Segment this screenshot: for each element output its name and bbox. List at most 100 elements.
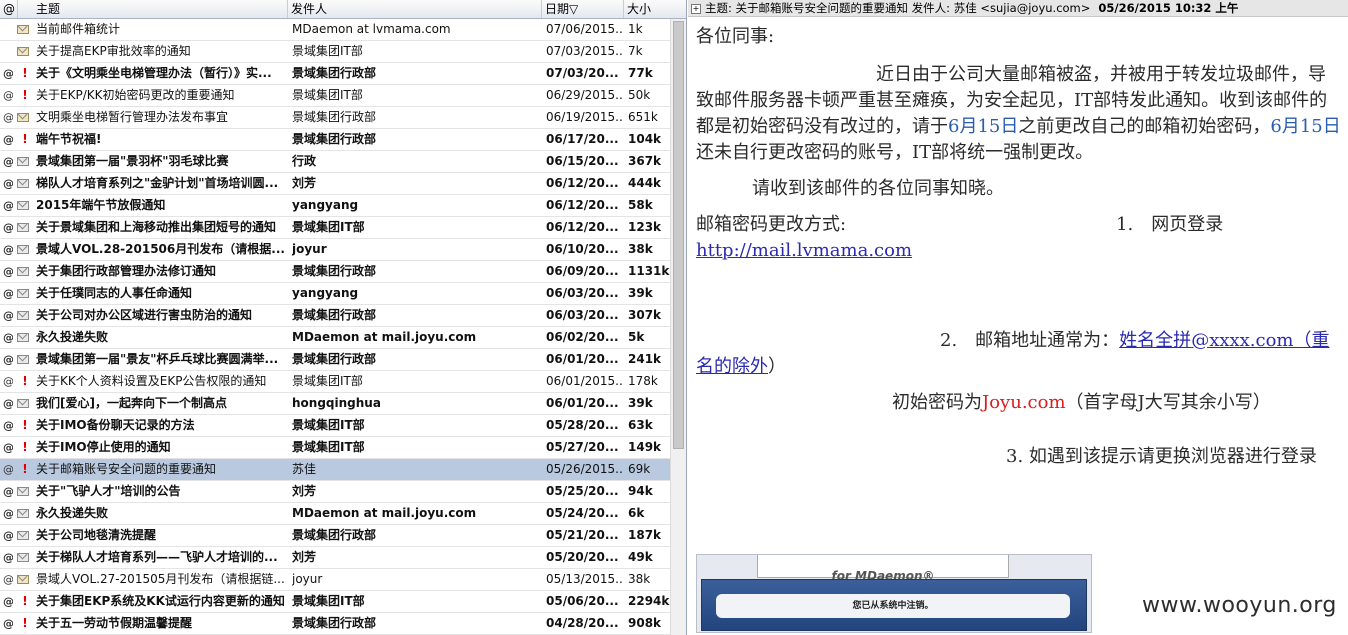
message-sender: 景域集团行政部 xyxy=(292,110,377,124)
message-size: 69k xyxy=(628,462,651,476)
initial-password: Joyu.com xyxy=(982,392,1066,413)
message-row[interactable]: @ 永久投递失败 MDaemon at mail.joyu.com 05/24/20.… xyxy=(0,503,670,525)
attachment-icon: @ xyxy=(3,485,13,498)
body-text: （首字母J大写其余小写） xyxy=(1065,392,1271,413)
message-sender: MDaemon at lvmama.com xyxy=(292,22,451,36)
message-row[interactable]: @ 景域人VOL.28-201506月刊发布（请根据... joyur 06/10/2… xyxy=(0,239,670,261)
message-row[interactable]: @! 关于集团EKP系统及KK试运行内容更新的通知 景域集团IT部 05/06/20.… xyxy=(0,591,670,613)
priority-flag-icon: ! xyxy=(22,616,28,630)
message-sender: 景域集团IT部 xyxy=(292,418,365,432)
message-date: 04/28/20... xyxy=(546,616,619,630)
message-sender: 景域集团IT部 xyxy=(292,44,363,58)
message-row[interactable]: 当前邮件箱统计 MDaemon at lvmama.com 07/06/2015..… xyxy=(0,19,670,41)
message-date: 05/27/20... xyxy=(546,440,619,454)
attachment-icon: @ xyxy=(3,529,13,542)
message-subject: 关于提高EKP审批效率的通知 xyxy=(36,44,191,58)
unread-envelope-icon xyxy=(17,267,31,277)
message-row[interactable]: @ 景域集团第一届"景羽杯"羽毛球比赛 行政 06/15/20... 367k xyxy=(0,151,670,173)
message-row[interactable]: @! 关于IMO备份聊天记录的方法 景域集团IT部 05/28/20... 63k xyxy=(0,415,670,437)
webmail-link[interactable]: http://mail.lvmama.com xyxy=(696,240,912,261)
message-row[interactable]: @ 关于公司对办公区域进行害虫防治的通知 景域集团行政部 06/03/20... 307… xyxy=(0,305,670,327)
priority-flag-icon: ! xyxy=(22,594,28,608)
message-row[interactable]: @! 端午节祝福! 景域集团行政部 06/17/20... 104k xyxy=(0,129,670,151)
message-size: 58k xyxy=(628,198,653,212)
priority-flag-icon: ! xyxy=(22,132,28,146)
message-subject: 关于集团EKP系统及KK试运行内容更新的通知 xyxy=(36,594,285,608)
message-row[interactable]: @2015年端午节放假通知 yangyang 06/12/20... 58k xyxy=(0,195,670,217)
scrollbar-thumb[interactable] xyxy=(673,21,684,449)
unread-envelope-icon xyxy=(17,333,31,343)
message-row[interactable]: @! 关于EKP/KK初始密码更改的重要通知 景域集团IT部 06/29/2015..… xyxy=(0,85,670,107)
attachment-icon: @ xyxy=(3,265,13,278)
message-date: 05/24/20... xyxy=(546,506,619,520)
message-date: 06/03/20... xyxy=(546,286,619,300)
unread-envelope-icon xyxy=(17,509,31,519)
message-sender: 景域集团行政部 xyxy=(292,616,377,630)
message-size: 38k xyxy=(628,572,651,586)
body-paragraph-3: 邮箱密码更改方式: 1. 网页登录 http://mail.lvmama.com xyxy=(696,212,1341,264)
message-size: 651k xyxy=(628,110,658,124)
message-row[interactable]: @! 关于KK个人资料设置及EKP公告权限的通知 景域集团IT部 06/01/2015… xyxy=(0,371,670,393)
message-row[interactable]: @ 关于集团行政部管理办法修订通知 景域集团行政部 06/09/20... 1131k xyxy=(0,261,670,283)
body-paragraph-1: 近日由于公司大量邮箱被盗，并被用于转发垃圾邮件，导致邮件服务器卡顿严重甚至瘫痪，… xyxy=(696,62,1341,166)
message-row[interactable]: @ 梯队人才培育系列之"金驴计划"首场培训圆... 刘芳 06/12/20... 444… xyxy=(0,173,670,195)
message-row[interactable]: @ 关于梯队人才培育系列——飞驴人才培训的... 刘芳 05/20/20... 49k xyxy=(0,547,670,569)
message-row[interactable]: @! 关于《文明乘坐电梯管理办法（暂行）》实... 景域集团行政部 07/03/20.… xyxy=(0,63,670,85)
message-sender: 景域集团行政部 xyxy=(292,308,377,322)
message-date: 06/03/20... xyxy=(546,308,619,322)
message-row[interactable]: 关于提高EKP审批效率的通知 景域集团IT部 07/03/2015... 7k xyxy=(0,41,670,63)
message-sender: 刘芳 xyxy=(292,484,317,498)
message-row[interactable]: @ 景域人VOL.27-201505月刊发布（请根据链... joyur 05/13/… xyxy=(0,569,670,591)
message-row[interactable]: @! 关于五一劳动节假期温馨提醒 景域集团行政部 04/28/20... 908k xyxy=(0,613,670,635)
message-row[interactable]: @ 永久投递失败 MDaemon at mail.joyu.com 06/02/20.… xyxy=(0,327,670,349)
message-list-scrollbar[interactable] xyxy=(670,19,686,635)
column-from-header[interactable]: 发件人 xyxy=(288,0,542,18)
attachment-icon: @ xyxy=(3,221,13,234)
attachment-icon: @ xyxy=(3,441,13,454)
message-date: 06/10/20... xyxy=(546,242,619,256)
message-sender: 景域集团行政部 xyxy=(292,352,377,366)
column-subject-header[interactable]: 主题 xyxy=(18,0,288,18)
message-size: 104k xyxy=(628,132,662,146)
message-row[interactable]: @ 景域集团第一届"景友"杯乒乓球比赛圆满举... 景域集团行政部 06/01/20.… xyxy=(0,349,670,371)
message-subject: 端午节祝福! xyxy=(36,132,102,146)
message-subject: 我们[爱心]，一起奔向下一个制高点 xyxy=(36,396,227,410)
message-size: 1k xyxy=(628,22,643,36)
body-greeting: 各位同事: xyxy=(696,26,775,47)
message-sender: 景域集团行政部 xyxy=(292,528,377,542)
message-date: 06/19/2015... xyxy=(546,110,624,124)
message-row[interactable]: @ 关于"飞驴人才"培训的公告 刘芳 05/25/20... 94k xyxy=(0,481,670,503)
message-row[interactable]: @! 关于IMO停止使用的通知 景域集团IT部 05/27/20... 149k xyxy=(0,437,670,459)
body-text: ） xyxy=(768,356,786,377)
read-envelope-icon xyxy=(17,575,31,585)
message-row[interactable]: @ 文明乘坐电梯暂行管理办法发布事宜 景域集团行政部 06/19/2015... 651… xyxy=(0,107,670,129)
message-date: 06/01/2015... xyxy=(546,374,624,388)
column-size-header[interactable]: 大小 xyxy=(624,0,686,18)
message-sender: 苏佳 xyxy=(292,462,317,476)
message-row[interactable]: @ 关于景域集团和上海移动推出集团短号的通知 景域集团IT部 06/12/20... 1… xyxy=(0,217,670,239)
expand-header-icon[interactable]: + xyxy=(691,4,701,14)
message-row[interactable]: @ 关于公司地毯清洗提醒 景域集团行政部 05/21/20... 187k xyxy=(0,525,670,547)
message-row[interactable]: @ 关于任璞同志的人事任命通知 yangyang 06/03/20... 39k xyxy=(0,283,670,305)
column-date-header[interactable]: 日期▽ xyxy=(542,0,624,18)
attachment-icon: @ xyxy=(3,243,13,256)
attachment-icon: @ xyxy=(3,89,13,102)
unread-envelope-icon xyxy=(17,157,31,167)
message-list-header: @ 主题 发件人 日期▽ 大小 xyxy=(0,0,686,19)
message-date: 06/29/2015... xyxy=(546,88,624,102)
body-paragraph-2: 请收到该邮件的各位同事知晓。 xyxy=(752,178,1004,199)
body-paragraph-6: 3. 如遇到该提示请更换浏览器进行登录 xyxy=(1006,446,1317,467)
message-subject: 关于IMO备份聊天记录的方法 xyxy=(36,418,195,432)
message-subject: 关于五一劳动节假期温馨提醒 xyxy=(36,616,193,630)
message-size: 63k xyxy=(628,418,653,432)
message-sender: 刘芳 xyxy=(292,550,317,564)
column-attachment-header[interactable]: @ xyxy=(0,0,18,18)
message-date: 06/17/20... xyxy=(546,132,619,146)
address-format-link[interactable]: 姓名全拼 xyxy=(1119,330,1191,351)
message-date: 07/06/2015... xyxy=(546,22,624,36)
attachment-icon: @ xyxy=(3,463,13,476)
message-row[interactable]: @! 关于邮箱账号安全问题的重要通知 苏佳 05/26/2015... 69k xyxy=(0,459,670,481)
message-row[interactable]: @ 我们[爱心]，一起奔向下一个制高点 hongqinghua 06/01/20...… xyxy=(0,393,670,415)
priority-flag-icon: ! xyxy=(22,374,28,388)
message-sender: 景域集团行政部 xyxy=(292,66,377,80)
